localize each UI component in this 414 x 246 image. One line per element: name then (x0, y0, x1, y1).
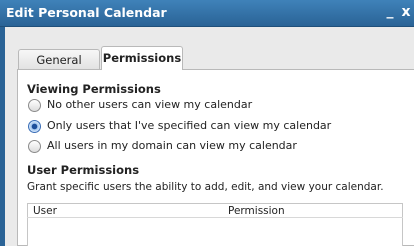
minimize-icon[interactable]: _ (383, 2, 397, 20)
radio-button-icon[interactable] (28, 140, 41, 153)
window-title: Edit Personal Calendar (6, 5, 167, 20)
title-bar: Edit Personal Calendar _ x (0, 0, 414, 27)
user-permissions-table[interactable] (27, 203, 403, 246)
radio-label[interactable]: All users in my domain can view my calen… (47, 139, 297, 152)
column-header-permission[interactable]: Permission (228, 205, 285, 217)
radio-button-selected-icon[interactable] (28, 120, 41, 133)
column-header-user[interactable]: User (33, 205, 57, 217)
table-header-divider (27, 217, 403, 218)
user-permissions-heading: User Permissions (27, 163, 140, 177)
radio-label[interactable]: Only users that I've specified can view … (47, 119, 331, 132)
tab-permissions[interactable]: Permissions (101, 46, 183, 70)
viewing-permissions-heading: Viewing Permissions (27, 82, 161, 96)
close-icon[interactable]: x (399, 3, 413, 21)
radio-button-icon[interactable] (28, 99, 41, 112)
tab-general[interactable]: General (18, 49, 100, 69)
radio-label[interactable]: No other users can view my calendar (47, 98, 252, 111)
user-permissions-description: Grant specific users the ability to add,… (27, 181, 384, 193)
